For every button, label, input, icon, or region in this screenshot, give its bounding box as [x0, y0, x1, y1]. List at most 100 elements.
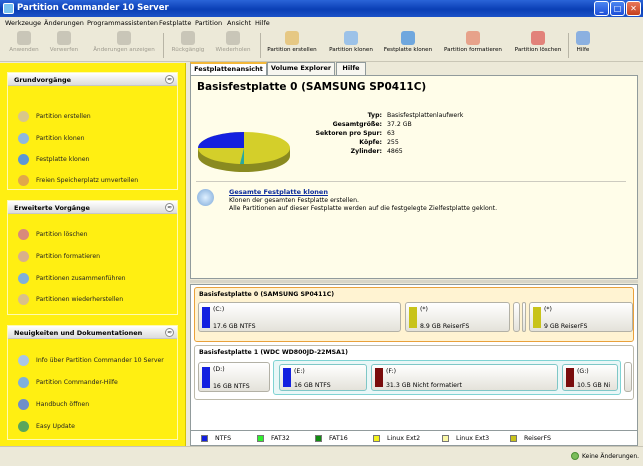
minimize-button[interactable]: _ [594, 1, 609, 16]
disk-clone-icon [344, 31, 358, 45]
show-changes-button[interactable]: Änderungen anzeigen [88, 30, 160, 61]
unallocated-space[interactable] [522, 302, 526, 332]
restore-icon [18, 294, 29, 305]
legend-swatch [257, 435, 264, 442]
info-value: 4865 [387, 148, 403, 155]
legend-swatch [510, 435, 517, 442]
partition-size: 10.5 GB Ni [577, 382, 611, 389]
help-button[interactable]: Hilfe [572, 30, 594, 61]
pie-slice-ntfs [198, 132, 244, 148]
redo-icon [226, 31, 240, 45]
info-key: Typ: [367, 112, 382, 119]
info-key: Gesamtgröße: [332, 121, 382, 128]
panel-news-header[interactable]: Neuigkeiten und Dokumentationen ≈ [8, 326, 177, 339]
menu-festplatte[interactable]: Festplatte [159, 19, 191, 27]
manual-icon [18, 399, 29, 410]
menu-aenderungen[interactable]: Änderungen [44, 19, 84, 27]
partition-label: (G:) [577, 368, 589, 375]
pane-splitter[interactable] [190, 280, 638, 283]
info-key: Zylinder: [350, 148, 382, 155]
delete-partition-button[interactable]: Partition löschen [510, 30, 566, 61]
window-title: Partition Commander 10 Server [17, 3, 169, 13]
info-icon [18, 355, 29, 366]
collapse-chevron-icon[interactable]: ≈ [165, 75, 174, 84]
x-icon [57, 31, 71, 45]
partition-f[interactable]: (F:) 31.3 GB Nicht formatiert [371, 364, 558, 391]
delete-partition-icon [18, 229, 29, 240]
partition-label: (F:) [386, 368, 396, 375]
panel-advanced-header[interactable]: Erweiterte Vorgänge ≈ [8, 201, 177, 214]
format-partition-icon [18, 251, 29, 262]
menu-hilfe[interactable]: Hilfe [255, 19, 270, 27]
legend-swatch [373, 435, 380, 442]
partition-color-bar [566, 368, 574, 387]
format-partition-button[interactable]: Partition formatieren [441, 30, 505, 61]
disk-delete-icon [531, 31, 545, 45]
menu-programmassistenten[interactable]: Programmassistenten [87, 19, 158, 27]
partition-color-bar [533, 307, 541, 328]
status-ok-icon [571, 452, 579, 460]
partition-color-bar [375, 368, 383, 387]
title-bar: Partition Commander 10 Server _ □ ✕ [0, 0, 643, 17]
partition-reiser-1[interactable]: (*) 8.9 GB ReiserFS [405, 302, 510, 332]
partition-color-bar [202, 307, 210, 328]
update-globe-icon [18, 421, 29, 432]
filesystem-legend: NTFS FAT32 FAT16 Linux Ext2 Linux Ext3 R… [190, 431, 638, 446]
divider [196, 181, 626, 182]
clone-disk-icon [197, 189, 214, 206]
clone-disk-button[interactable]: Festplatte klonen [380, 30, 436, 61]
tab-help[interactable]: Hilfe [336, 62, 366, 75]
clone-description-detail: Alle Partitionen auf dieser Festplatte w… [229, 205, 498, 212]
apply-button[interactable]: Anwenden [6, 30, 42, 61]
tab-volume-explorer[interactable]: Volume Explorer [267, 62, 335, 75]
toolbar-divider [568, 33, 569, 58]
panel-news: Neuigkeiten und Dokumentationen ≈ Info üb… [7, 325, 178, 440]
partition-label: (*) [544, 306, 552, 313]
disk-plus-icon [285, 31, 299, 45]
status-text: Keine Änderungen. [582, 453, 640, 460]
collapse-chevron-icon[interactable]: ≈ [165, 328, 174, 337]
discard-button[interactable]: Verwerfen [46, 30, 82, 61]
toolbar: Anwenden Verwerfen Änderungen anzeigen R… [0, 29, 643, 62]
create-partition-icon [18, 111, 29, 122]
format-icon [466, 31, 480, 45]
partition-label: (D:) [213, 366, 225, 373]
panel-basic-header[interactable]: Grundvorgänge ≈ [8, 73, 177, 86]
disk0-title: Basisfestplatte 0 (SAMSUNG SP0411C) [199, 291, 335, 298]
partition-e[interactable]: (E:) 16 GB NTFS [279, 364, 367, 391]
unallocated-space[interactable] [624, 362, 632, 392]
menu-ansicht[interactable]: Ansicht [227, 19, 251, 27]
clone-disk-link[interactable]: Gesamte Festplatte klonen [229, 188, 328, 196]
unallocated-space[interactable] [513, 302, 520, 332]
partition-c[interactable]: (C:) 17.6 GB NTFS [198, 302, 401, 332]
menu-partition[interactable]: Partition [195, 19, 222, 27]
close-button[interactable]: ✕ [626, 1, 641, 16]
disk1-title: Basisfestplatte 1 (WDC WD800JD-22MSA1) [199, 349, 348, 356]
create-partition-button[interactable]: Partition erstellen [266, 30, 318, 61]
legend-swatch [442, 435, 449, 442]
partition-d[interactable]: (D:) 16 GB NTFS [198, 362, 270, 392]
clone-disk-icon [18, 154, 29, 165]
collapse-chevron-icon[interactable]: ≈ [165, 203, 174, 212]
clone-partition-button[interactable]: Partition klonen [326, 30, 376, 61]
help-book-icon [576, 31, 590, 45]
partition-size: 31.3 GB Nicht formatiert [386, 382, 462, 389]
partition-g[interactable]: (G:) 10.5 GB Ni [562, 364, 618, 391]
undo-icon [181, 31, 195, 45]
maximize-button[interactable]: □ [610, 1, 625, 16]
globe-disk-icon [401, 31, 415, 45]
tab-disk-view[interactable]: Festplattenansicht [190, 62, 267, 76]
menu-werkzeuge[interactable]: Werkzeuge [5, 19, 41, 27]
redo-button[interactable]: Wiederholen [210, 30, 256, 61]
partition-size: 16 GB NTFS [294, 382, 331, 389]
undo-button[interactable]: Rückgängig [168, 30, 208, 61]
check-icon [17, 31, 31, 45]
help-icon [18, 377, 29, 388]
info-key: Köpfe: [359, 139, 382, 146]
toolbar-divider [163, 33, 164, 58]
info-value: 37.2 GB [387, 121, 412, 128]
info-value: 63 [387, 130, 395, 137]
partition-label: (*) [420, 306, 428, 313]
legend-swatch [315, 435, 322, 442]
partition-reiser-2[interactable]: (*) 9 GB ReiserFS [529, 302, 633, 332]
